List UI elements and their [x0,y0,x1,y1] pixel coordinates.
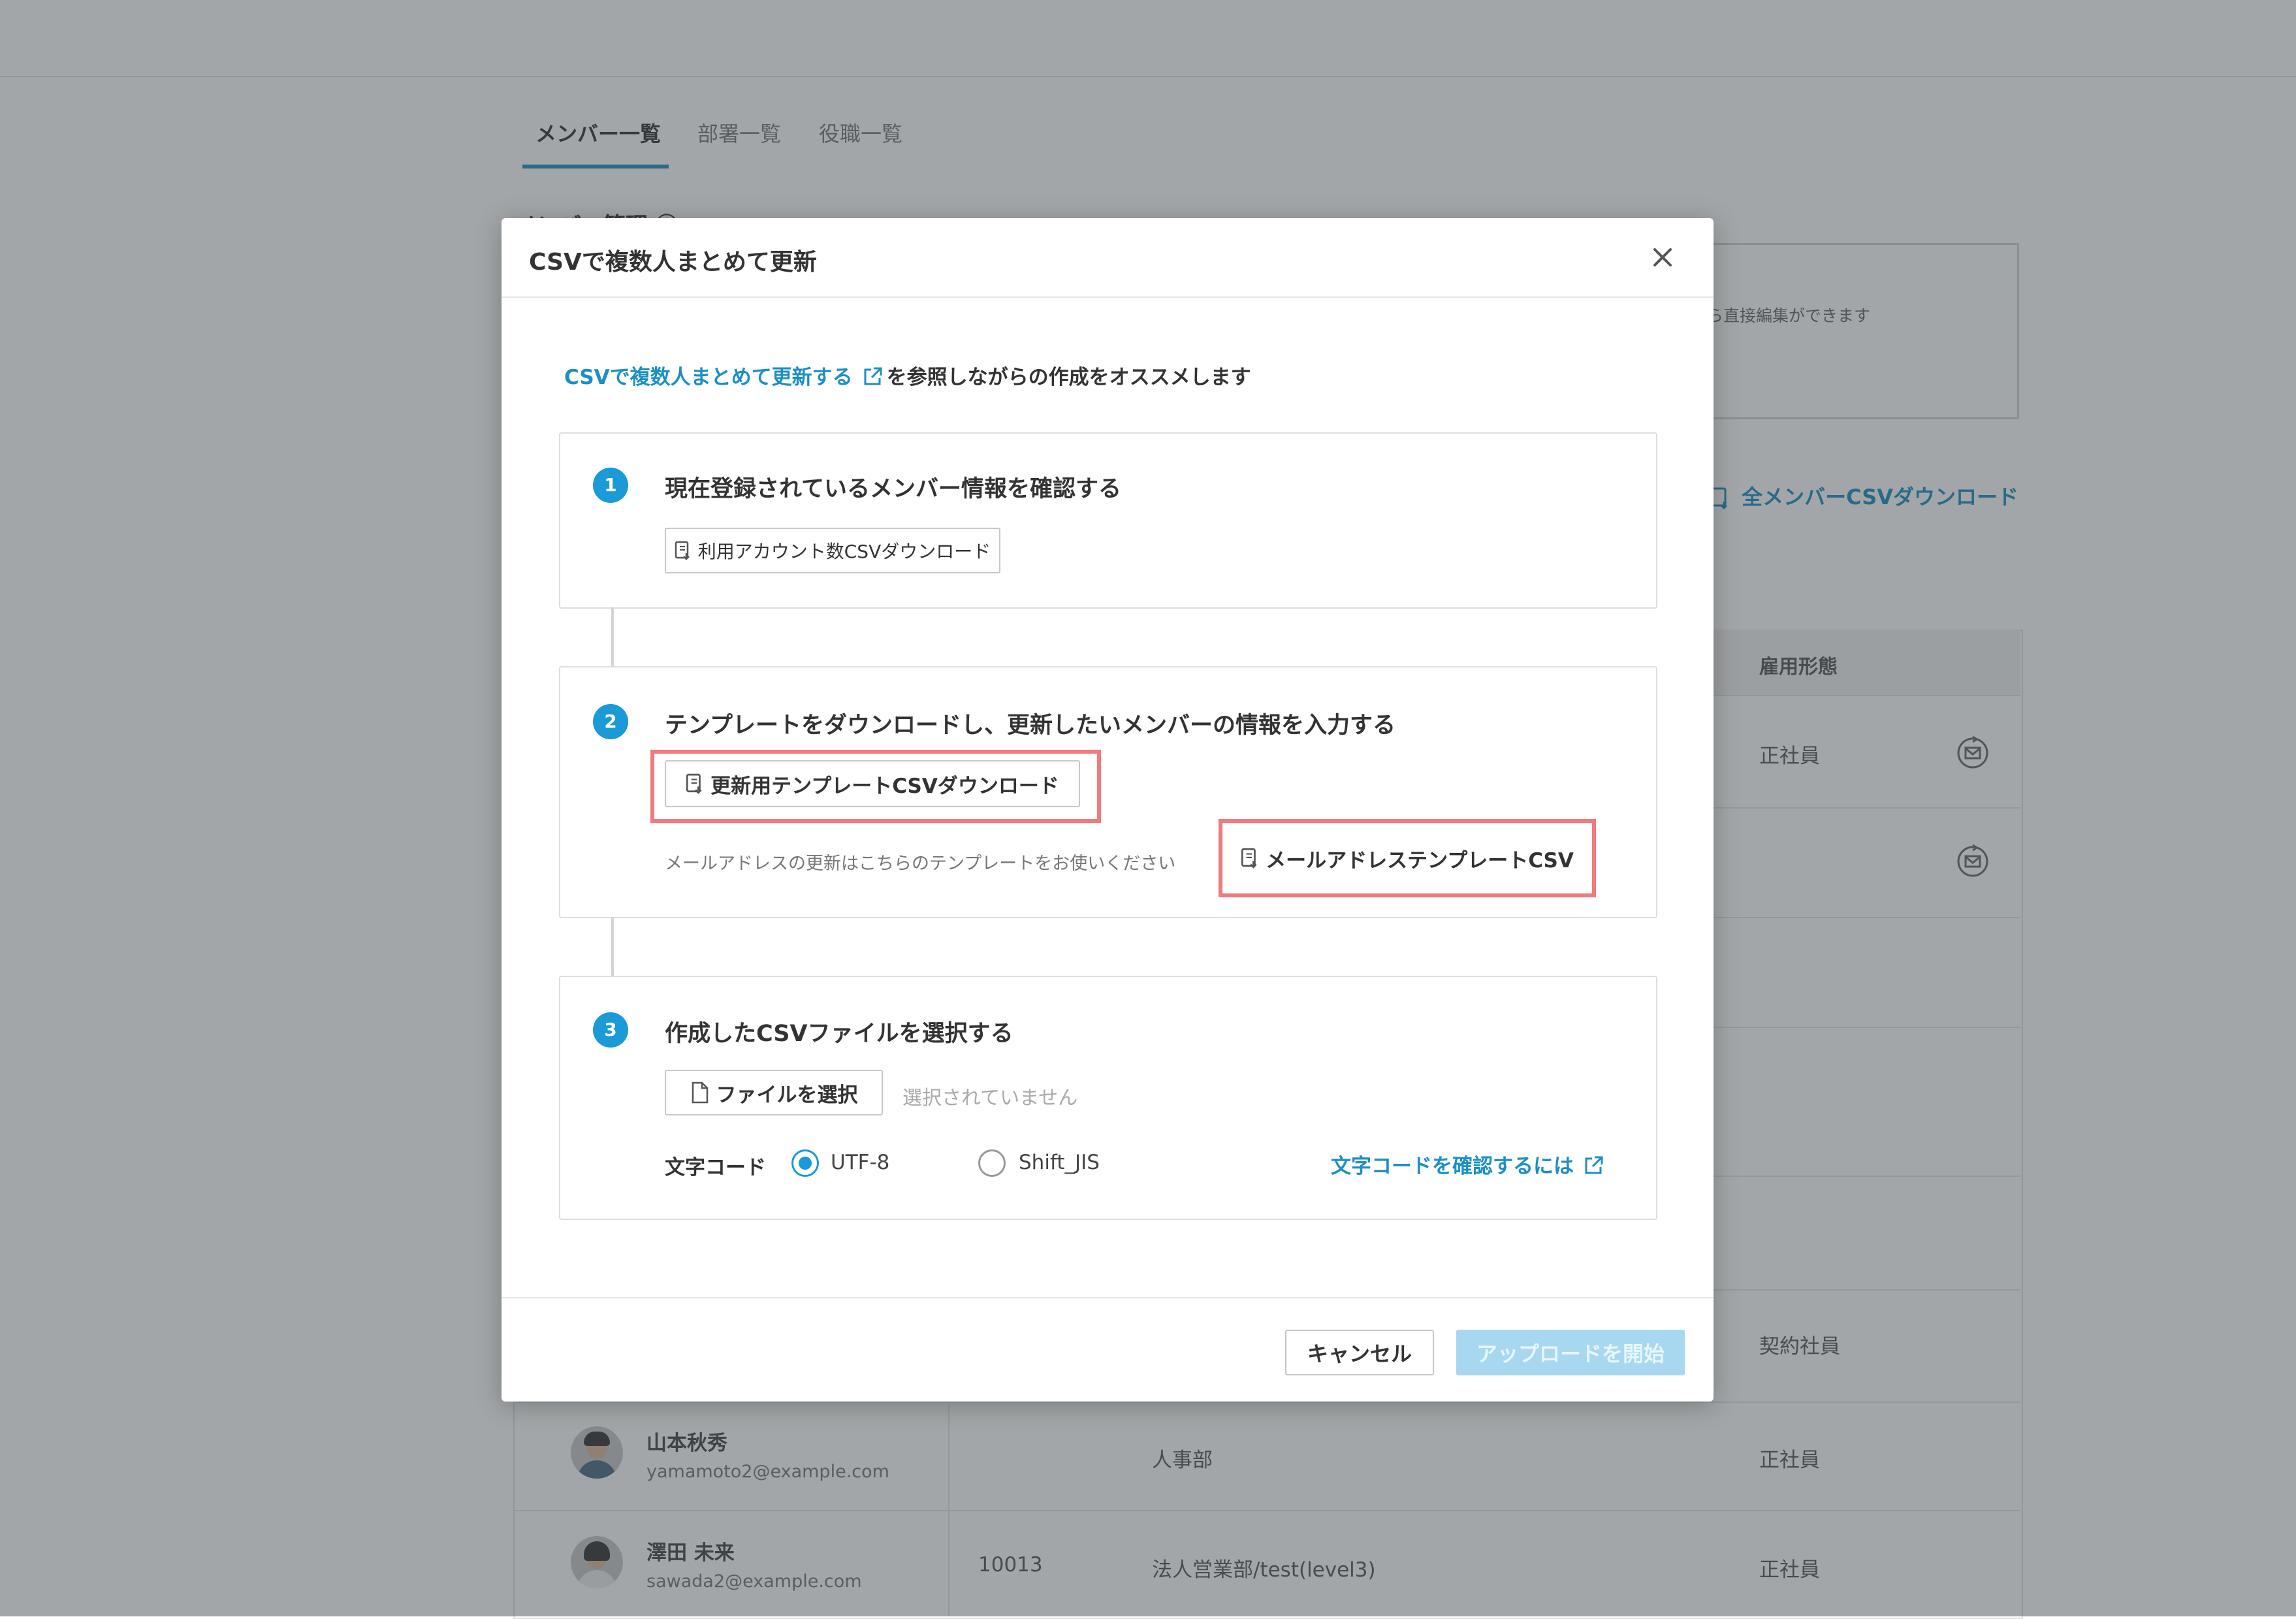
email-template-csv-button[interactable]: メールアドレステンプレートCSV [1228,828,1587,888]
file-status-text: 選択されていません [902,1087,1078,1110]
update-template-csv-download-button[interactable]: 更新用テンプレートCSVダウンロード [665,760,1080,807]
button-label: ファイルを選択 [716,1083,858,1107]
button-label: 更新用テンプレートCSVダウンロード [710,774,1059,798]
shift-jis-radio[interactable] [978,1149,1006,1177]
encoding-label: 文字コード [665,1156,766,1179]
csv-bulk-update-modal: CSVで複数人まとめて更新 CSVで複数人まとめて更新する を参照しながらの作成を… [502,218,1714,1402]
cancel-button[interactable]: キャンセル [1285,1330,1434,1375]
account-count-csv-download-button[interactable]: 利用アカウント数CSVダウンロード [665,528,1000,573]
intro-text: を参照しながらの作成をオススメします [886,366,1251,389]
step-title: テンプレートをダウンロードし、更新したいメンバーの情報を入力する [665,713,1395,739]
download-file-icon [1241,848,1257,869]
download-file-icon [675,541,690,560]
step-1-panel: 1 現在登録されているメンバー情報を確認する 利用アカウント数CSVダウンロード [559,432,1657,609]
help-article-link[interactable]: CSVで複数人まとめて更新する [564,366,853,389]
button-label: メールアドレステンプレートCSV [1266,848,1574,873]
step-title: 作成したCSVファイルを選択する [665,1021,1013,1047]
step-number: 1 [593,468,628,503]
check-encoding-link[interactable]: 文字コードを確認するには [1331,1149,1608,1180]
modal-title: CSVで複数人まとめて更新 [529,249,817,276]
button-label: 利用アカウント数CSVダウンロード [697,541,991,562]
external-link-icon [862,366,883,387]
start-upload-button[interactable]: アップロードを開始 [1456,1330,1685,1375]
step-number: 3 [593,1012,628,1048]
step-title: 現在登録されているメンバー情報を確認する [665,476,1121,502]
email-update-note: メールアドレスの更新はこちらのテンプレートをお使いください [665,854,1176,874]
file-select-button[interactable]: ファイルを選択 [665,1070,883,1115]
intro-line: CSVで複数人まとめて更新する を参照しながらの作成をオススメします [564,361,1251,391]
modal-footer-divider [502,1297,1714,1298]
step-connector [611,917,614,976]
step-2-panel: 2 テンプレートをダウンロードし、更新したいメンバーの情報を入力する 更新用テン… [559,666,1657,918]
download-file-icon [686,773,702,794]
step-number: 2 [593,704,628,739]
step-3-panel: 3 作成したCSVファイルを選択する ファイルを選択 選択されていません 文字コ… [559,976,1657,1220]
utf8-radio-label[interactable]: UTF-8 [831,1151,889,1174]
shift-jis-radio-label[interactable]: Shift_JIS [1019,1151,1100,1174]
close-icon[interactable] [1646,240,1680,274]
external-link-icon [1583,1155,1604,1176]
link-label: 文字コードを確認するには [1331,1155,1574,1178]
utf8-radio[interactable] [791,1149,819,1177]
file-icon [692,1082,708,1104]
